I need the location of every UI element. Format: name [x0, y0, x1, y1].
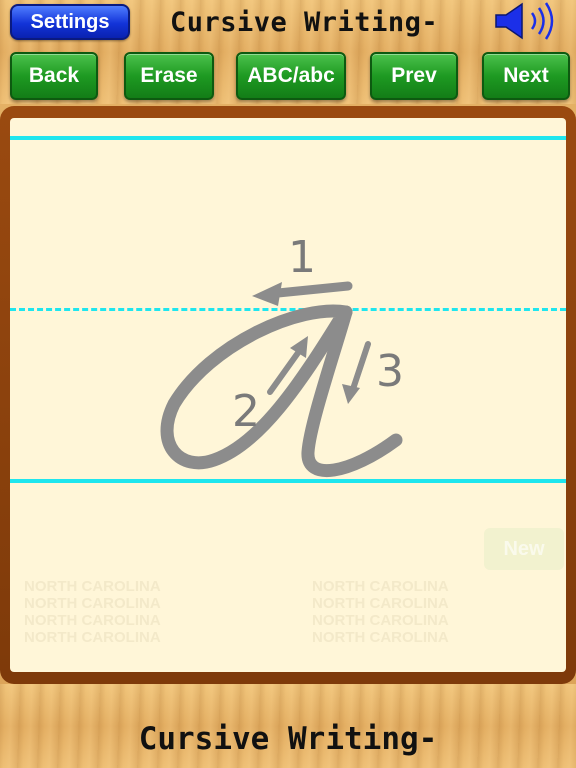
new-button-faint: New [484, 528, 564, 570]
watermark-line: NORTH CAROLINA [312, 612, 449, 629]
watermark-right: NORTH CAROLINA NORTH CAROLINA NORTH CARO… [312, 578, 512, 646]
watermark-line: NORTH CAROLINA [24, 595, 161, 612]
watermark-line: NORTH CAROLINA [312, 578, 449, 595]
case-toggle-button[interactable]: ABC/abc [236, 52, 346, 100]
watermark-line: NORTH CAROLINA [24, 612, 161, 629]
stroke-number-1: 1 [288, 232, 316, 283]
back-button[interactable]: Back [10, 52, 98, 100]
prev-button[interactable]: Prev [370, 52, 458, 100]
erase-button[interactable]: Erase [124, 52, 214, 100]
watermark-line: NORTH CAROLINA [24, 578, 161, 595]
stroke-number-3: 3 [376, 346, 404, 397]
speaker-icon[interactable] [494, 2, 560, 40]
cursive-letter-guide: 1 2 3 [160, 232, 404, 478]
stroke-number-2: 2 [232, 386, 260, 437]
stroke-3-arrow [349, 341, 371, 395]
watermark-line: NORTH CAROLINA [312, 629, 449, 646]
stroke-3-arrowhead [342, 384, 360, 404]
next-button[interactable]: Next [482, 52, 570, 100]
guide-line-top [10, 136, 566, 140]
stroke-1-arrowhead [252, 282, 282, 306]
watermark-line: NORTH CAROLINA [312, 595, 449, 612]
settings-button[interactable]: Settings [10, 4, 130, 40]
watermark-line: NORTH CAROLINA [24, 629, 161, 646]
footer-title: Cursive Writing- [138, 721, 438, 757]
watermark-left: NORTH CAROLINA NORTH CAROLINA NORTH CARO… [24, 578, 224, 646]
app-title: Cursive Writing- [170, 6, 439, 38]
